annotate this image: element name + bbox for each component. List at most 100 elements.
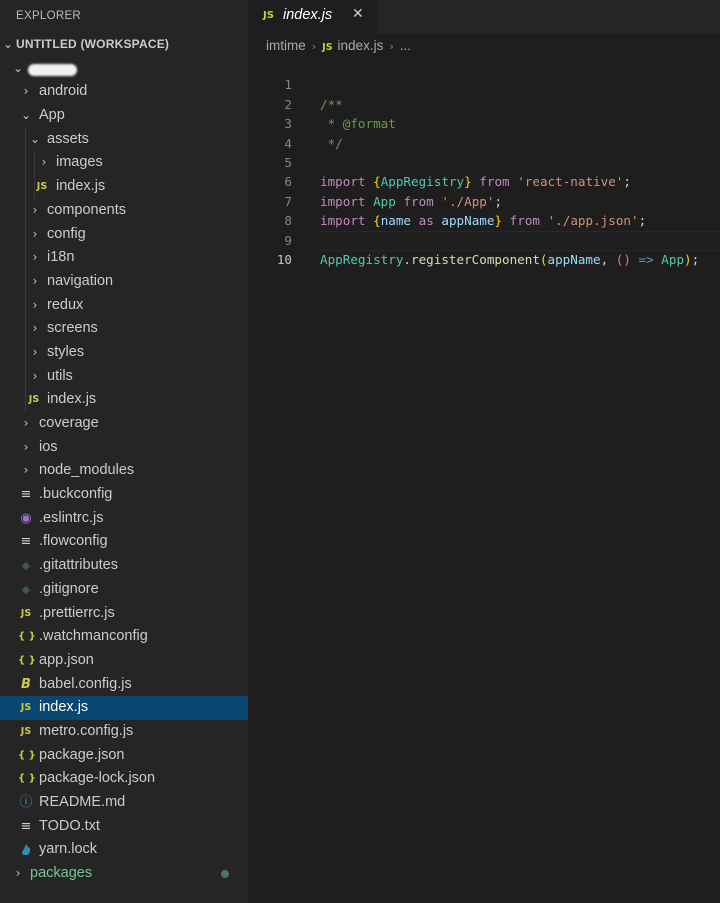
tree-item-packages[interactable]: › packages bbox=[0, 862, 248, 886]
tree-item-utils[interactable]: › utils bbox=[0, 365, 248, 389]
tree-item-eslintrc[interactable]: ◉ .eslintrc.js bbox=[0, 507, 248, 531]
tree-item-label: styles bbox=[47, 343, 85, 360]
chevron-right-icon: › bbox=[23, 463, 29, 478]
tree-item-babel-config[interactable]: B babel.config.js bbox=[0, 673, 248, 697]
chevron-right-icon: › bbox=[41, 155, 47, 170]
tree-item-coverage[interactable]: › coverage bbox=[0, 412, 248, 436]
code-line: 3 */ bbox=[248, 95, 720, 150]
tree-item-index-js[interactable]: JS index.js bbox=[0, 696, 248, 720]
tree-item-label: package-lock.json bbox=[39, 770, 156, 787]
tree-item-label: i18n bbox=[47, 249, 75, 266]
js-file-icon: JS bbox=[20, 702, 32, 714]
js-file-icon: JS bbox=[20, 725, 32, 737]
tree-item-app[interactable]: ⌄ App bbox=[0, 104, 248, 128]
tree-item-label: utils bbox=[47, 367, 73, 384]
tree-item-screens[interactable]: › screens bbox=[0, 317, 248, 341]
indent-guide bbox=[25, 127, 26, 413]
tree-item-label: assets bbox=[47, 130, 89, 147]
js-file-icon: JS bbox=[20, 607, 32, 619]
tree-item-gitignore[interactable]: ◆ .gitignore bbox=[0, 578, 248, 602]
tree-item-todo[interactable]: ≡ TODO.txt bbox=[0, 815, 248, 839]
chevron-right-icon: › bbox=[23, 416, 29, 430]
tree-item-label: .watchmanconfig bbox=[39, 628, 148, 645]
code-line: 5 import {AppRegistry} from 'react-nativ… bbox=[248, 134, 720, 189]
tree-item-buckconfig[interactable]: ≡ .buckconfig bbox=[0, 483, 248, 507]
tree-item-label: TODO.txt bbox=[39, 817, 100, 834]
tree-item-flowconfig[interactable]: ≡ .flowconfig bbox=[0, 530, 248, 554]
json-icon: { } bbox=[18, 654, 36, 666]
breadcrumb-file[interactable]: index.js bbox=[338, 38, 384, 53]
js-file-icon: JS bbox=[36, 181, 48, 193]
chevron-right-icon: › bbox=[32, 321, 38, 336]
tree-item-prettierrc[interactable]: JS .prettierrc.js bbox=[0, 602, 248, 626]
tree-item-readme[interactable]: ⓘ README.md bbox=[0, 791, 248, 815]
explorer-sidebar: EXPLORER ⌄ UNTITLED (WORKSPACE) ⌄ › andr… bbox=[0, 0, 248, 903]
tree-item-label: android bbox=[39, 83, 88, 100]
tree-item-styles[interactable]: › styles bbox=[0, 341, 248, 365]
chevron-right-icon: › bbox=[23, 84, 29, 99]
tree-item-navigation[interactable]: › navigation bbox=[0, 270, 248, 294]
breadcrumb: imtime › JS index.js ›... bbox=[266, 36, 411, 56]
tree-item-label: index.js bbox=[47, 391, 97, 408]
chevron-down-icon: ⌄ bbox=[12, 60, 24, 75]
close-icon[interactable]: ✕ bbox=[352, 6, 364, 22]
tree-item-label: metro.config.js bbox=[39, 722, 134, 739]
workspace-header[interactable]: ⌄ UNTITLED (WORKSPACE) bbox=[0, 33, 248, 57]
code-line: 7 import {name as appName} from './app.j… bbox=[248, 172, 720, 228]
tree-item-images[interactable]: › images bbox=[0, 151, 248, 175]
root-folder[interactable]: ⌄ bbox=[0, 57, 248, 81]
yarn-cat-icon bbox=[18, 838, 34, 862]
text-lines-icon: ≡ bbox=[20, 534, 32, 550]
tree-item-app-json[interactable]: { } app.json bbox=[0, 649, 248, 673]
tree-item-metro-config[interactable]: JS metro.config.js bbox=[0, 720, 248, 744]
tree-item-label: packages bbox=[30, 865, 93, 882]
tree-item-gitattributes[interactable]: ◆ .gitattributes bbox=[0, 554, 248, 578]
current-line-highlight bbox=[320, 230, 720, 251]
git-icon: ◆ bbox=[21, 559, 31, 573]
js-file-icon: JS bbox=[322, 42, 333, 53]
tree-item-yarn-lock[interactable]: yarn.lock bbox=[0, 838, 248, 862]
chevron-right-icon: › bbox=[32, 297, 38, 312]
breadcrumb-more[interactable]: ... bbox=[400, 38, 411, 53]
tree-item-assets-index-js[interactable]: JS index.js bbox=[0, 175, 248, 199]
tree-item-package-json[interactable]: { } package.json bbox=[0, 744, 248, 768]
breadcrumb-folder[interactable]: imtime bbox=[266, 38, 306, 53]
tree-item-label: README.md bbox=[39, 794, 126, 810]
file-tree: ⌄ UNTITLED (WORKSPACE) ⌄ › android ⌄ App… bbox=[0, 33, 248, 886]
editor-tab-bar: JS index.js ✕ bbox=[248, 0, 720, 34]
js-file-icon: JS bbox=[28, 394, 40, 406]
code-text: AppRegistry.registerComponent(appName, (… bbox=[320, 251, 700, 267]
tree-item-app-index-js[interactable]: JS index.js bbox=[0, 388, 248, 412]
chevron-right-icon: › bbox=[32, 344, 38, 359]
tree-item-watchmanconfig[interactable]: { } .watchmanconfig bbox=[0, 625, 248, 649]
tree-item-ios[interactable]: › ios bbox=[0, 436, 248, 460]
tab-label: index.js bbox=[283, 7, 333, 23]
tree-item-components[interactable]: › components bbox=[0, 199, 248, 223]
tree-item-android[interactable]: › android bbox=[0, 80, 248, 104]
tree-item-label: screens bbox=[47, 320, 98, 337]
code-line: 9 AppRegistry.registerComponent(appName,… bbox=[248, 211, 720, 267]
json-icon: { } bbox=[18, 631, 36, 643]
tree-item-assets[interactable]: ⌄ assets bbox=[0, 128, 248, 152]
chevron-right-icon: › bbox=[389, 40, 394, 53]
tree-item-label: package.json bbox=[39, 746, 125, 763]
chevron-right-icon: › bbox=[32, 368, 38, 383]
tab-index-js[interactable]: JS index.js ✕ bbox=[248, 0, 379, 34]
git-status-dot bbox=[221, 870, 229, 879]
chevron-right-icon: › bbox=[32, 273, 38, 288]
tree-item-node-modules[interactable]: › node_modules bbox=[0, 459, 248, 483]
tree-item-i18n[interactable]: › i18n bbox=[0, 246, 248, 270]
tree-item-label: .prettierrc.js bbox=[39, 604, 115, 621]
chevron-down-icon: ⌄ bbox=[29, 131, 41, 146]
tree-item-config[interactable]: › config bbox=[0, 223, 248, 247]
chevron-right-icon: › bbox=[32, 202, 38, 217]
tree-item-label: App bbox=[39, 107, 65, 124]
code-line: 8 bbox=[248, 192, 720, 228]
code-editor[interactable]: 1 /** 2 * @format 3 */ 4 5 import {AppRe… bbox=[248, 56, 720, 267]
tree-item-label: ios bbox=[39, 438, 58, 455]
tree-item-redux[interactable]: › redux bbox=[0, 294, 248, 318]
tree-item-package-lock-json[interactable]: { } package-lock.json bbox=[0, 767, 248, 791]
tree-item-label: app.json bbox=[39, 651, 94, 668]
json-icon: { } bbox=[18, 773, 36, 785]
tree-item-label: .gitattributes bbox=[39, 557, 118, 574]
